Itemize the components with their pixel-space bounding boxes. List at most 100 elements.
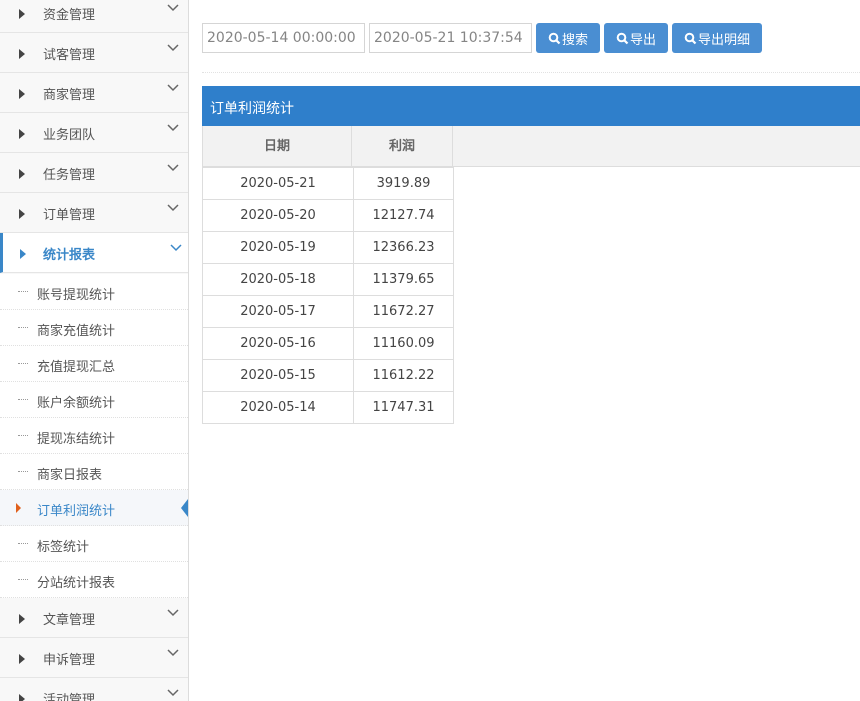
submenu-label: 提现冻结统计 bbox=[37, 432, 116, 447]
menu-funds[interactable]: 资金管理 bbox=[0, 0, 188, 33]
submenu-item-order-profit[interactable]: 订单利润统计 bbox=[0, 490, 188, 526]
menu-activities[interactable]: 活动管理 bbox=[0, 678, 188, 701]
search-icon bbox=[684, 32, 697, 44]
submenu-item-tag-stats[interactable]: 标签统计 bbox=[0, 526, 188, 562]
profit-cell: 11612.22 bbox=[353, 359, 454, 392]
profit-cell: 12366.23 bbox=[353, 231, 454, 264]
menu-merchants[interactable]: 商家管理 bbox=[0, 73, 188, 113]
table-row: 2020-05-17 11672.27 bbox=[202, 295, 454, 328]
panel-title: 订单利润统计 bbox=[202, 86, 860, 126]
chevron-down-icon bbox=[167, 44, 179, 52]
table-row: 2020-05-19 12366.23 bbox=[202, 231, 454, 264]
caret-right-icon bbox=[19, 614, 25, 624]
search-button-label: 搜索 bbox=[562, 32, 589, 48]
submenu-label: 订单利润统计 bbox=[37, 504, 116, 519]
table-header: 日期 利润 bbox=[202, 126, 860, 167]
submenu-label: 充值提现汇总 bbox=[37, 360, 116, 375]
main-content: 2020-05-14 00:00:00 2020-05-21 10:37:54 … bbox=[190, 0, 860, 701]
active-notch-icon bbox=[181, 499, 188, 517]
date-cell: 2020-05-16 bbox=[202, 327, 354, 360]
submenu-item-balance-stats[interactable]: 账户余额统计 bbox=[0, 382, 188, 418]
profit-cell: 11747.31 bbox=[353, 391, 454, 424]
caret-right-icon bbox=[19, 654, 25, 664]
menu-appeals[interactable]: 申诉管理 bbox=[0, 638, 188, 678]
submenu-label: 账户余额统计 bbox=[37, 396, 116, 411]
menu-label: 任务管理 bbox=[43, 168, 96, 183]
chevron-down-icon bbox=[167, 164, 179, 172]
sidebar: 资金管理 试客管理 商家管理 业务团队 任务管理 订单管理 统计报表 账号提现统… bbox=[0, 0, 189, 701]
start-date-input[interactable]: 2020-05-14 00:00:00 bbox=[202, 23, 365, 53]
date-cell: 2020-05-18 bbox=[202, 263, 354, 296]
profit-cell: 12127.74 bbox=[353, 199, 454, 232]
chevron-down-icon bbox=[167, 649, 179, 657]
export-button-label: 导出 bbox=[630, 32, 657, 48]
date-cell: 2020-05-17 bbox=[202, 295, 354, 328]
chevron-down-icon bbox=[167, 609, 179, 617]
menu-tasks[interactable]: 任务管理 bbox=[0, 153, 188, 193]
menu-label: 统计报表 bbox=[43, 248, 96, 263]
date-cell: 2020-05-21 bbox=[202, 167, 354, 200]
chevron-down-icon bbox=[167, 124, 179, 132]
menu-label: 申诉管理 bbox=[43, 653, 96, 668]
profit-cell: 11160.09 bbox=[353, 327, 454, 360]
caret-right-icon bbox=[19, 89, 25, 99]
date-cell: 2020-05-20 bbox=[202, 199, 354, 232]
search-icon bbox=[616, 32, 629, 44]
menu-label: 订单管理 bbox=[43, 208, 96, 223]
submenu-item-withdraw-stats[interactable]: 账号提现统计 bbox=[0, 274, 188, 310]
profit-cell: 3919.89 bbox=[353, 167, 454, 200]
menu-label: 资金管理 bbox=[43, 8, 96, 23]
profit-cell: 11672.27 bbox=[353, 295, 454, 328]
chevron-down-icon bbox=[167, 204, 179, 212]
submenu-label: 标签统计 bbox=[37, 540, 90, 555]
table-row: 2020-05-15 11612.22 bbox=[202, 359, 454, 392]
caret-right-icon bbox=[19, 209, 25, 219]
date-cell: 2020-05-19 bbox=[202, 231, 354, 264]
submenu-item-merchant-daily[interactable]: 商家日报表 bbox=[0, 454, 188, 490]
export-detail-button-label: 导出明细 bbox=[698, 32, 751, 48]
table-row: 2020-05-20 12127.74 bbox=[202, 199, 454, 232]
chevron-down-icon bbox=[167, 4, 179, 12]
menu-label: 活动管理 bbox=[43, 693, 96, 701]
date-cell: 2020-05-14 bbox=[202, 391, 354, 424]
end-date-input[interactable]: 2020-05-21 10:37:54 bbox=[369, 23, 532, 53]
submenu-label: 分站统计报表 bbox=[37, 576, 116, 591]
table-row: 2020-05-16 11160.09 bbox=[202, 327, 454, 360]
menu-label: 文章管理 bbox=[43, 613, 96, 628]
menu-articles[interactable]: 文章管理 bbox=[0, 598, 188, 638]
table-row: 2020-05-21 3919.89 bbox=[202, 167, 454, 200]
menu-label: 商家管理 bbox=[43, 88, 96, 103]
column-header-date: 日期 bbox=[202, 126, 352, 167]
submenu-label: 商家日报表 bbox=[37, 468, 103, 483]
caret-right-icon bbox=[19, 9, 25, 19]
date-cell: 2020-05-15 bbox=[202, 359, 354, 392]
caret-right-icon bbox=[19, 169, 25, 179]
menu-orders[interactable]: 订单管理 bbox=[0, 193, 188, 233]
submenu-label: 账号提现统计 bbox=[37, 288, 116, 303]
caret-right-icon bbox=[20, 249, 26, 259]
chevron-down-icon bbox=[167, 689, 179, 697]
active-marker-icon bbox=[16, 503, 21, 513]
submenu-item-branch-report[interactable]: 分站统计报表 bbox=[0, 562, 188, 598]
menu-testers[interactable]: 试客管理 bbox=[0, 33, 188, 73]
chevron-down-icon bbox=[167, 84, 179, 92]
table-row: 2020-05-18 11379.65 bbox=[202, 263, 454, 296]
menu-statistics[interactable]: 统计报表 bbox=[0, 233, 188, 273]
submenu-item-frozen-stats[interactable]: 提现冻结统计 bbox=[0, 418, 188, 454]
submenu-item-recharge-stats[interactable]: 商家充值统计 bbox=[0, 310, 188, 346]
caret-right-icon bbox=[19, 129, 25, 139]
export-detail-button[interactable]: 导出明细 bbox=[672, 23, 762, 53]
submenu-label: 商家充值统计 bbox=[37, 324, 116, 339]
chevron-down-icon bbox=[170, 244, 182, 252]
export-button[interactable]: 导出 bbox=[604, 23, 668, 53]
profit-table: 2020-05-21 3919.89 2020-05-20 12127.74 202… bbox=[202, 167, 454, 424]
menu-label: 业务团队 bbox=[43, 128, 96, 143]
caret-right-icon bbox=[19, 694, 25, 701]
submenu-item-recharge-summary[interactable]: 充值提现汇总 bbox=[0, 346, 188, 382]
column-header-profit: 利润 bbox=[352, 126, 453, 167]
divider bbox=[202, 72, 860, 73]
table-row: 2020-05-14 11747.31 bbox=[202, 391, 454, 424]
search-button[interactable]: 搜索 bbox=[536, 23, 600, 53]
menu-business-team[interactable]: 业务团队 bbox=[0, 113, 188, 153]
caret-right-icon bbox=[19, 49, 25, 59]
